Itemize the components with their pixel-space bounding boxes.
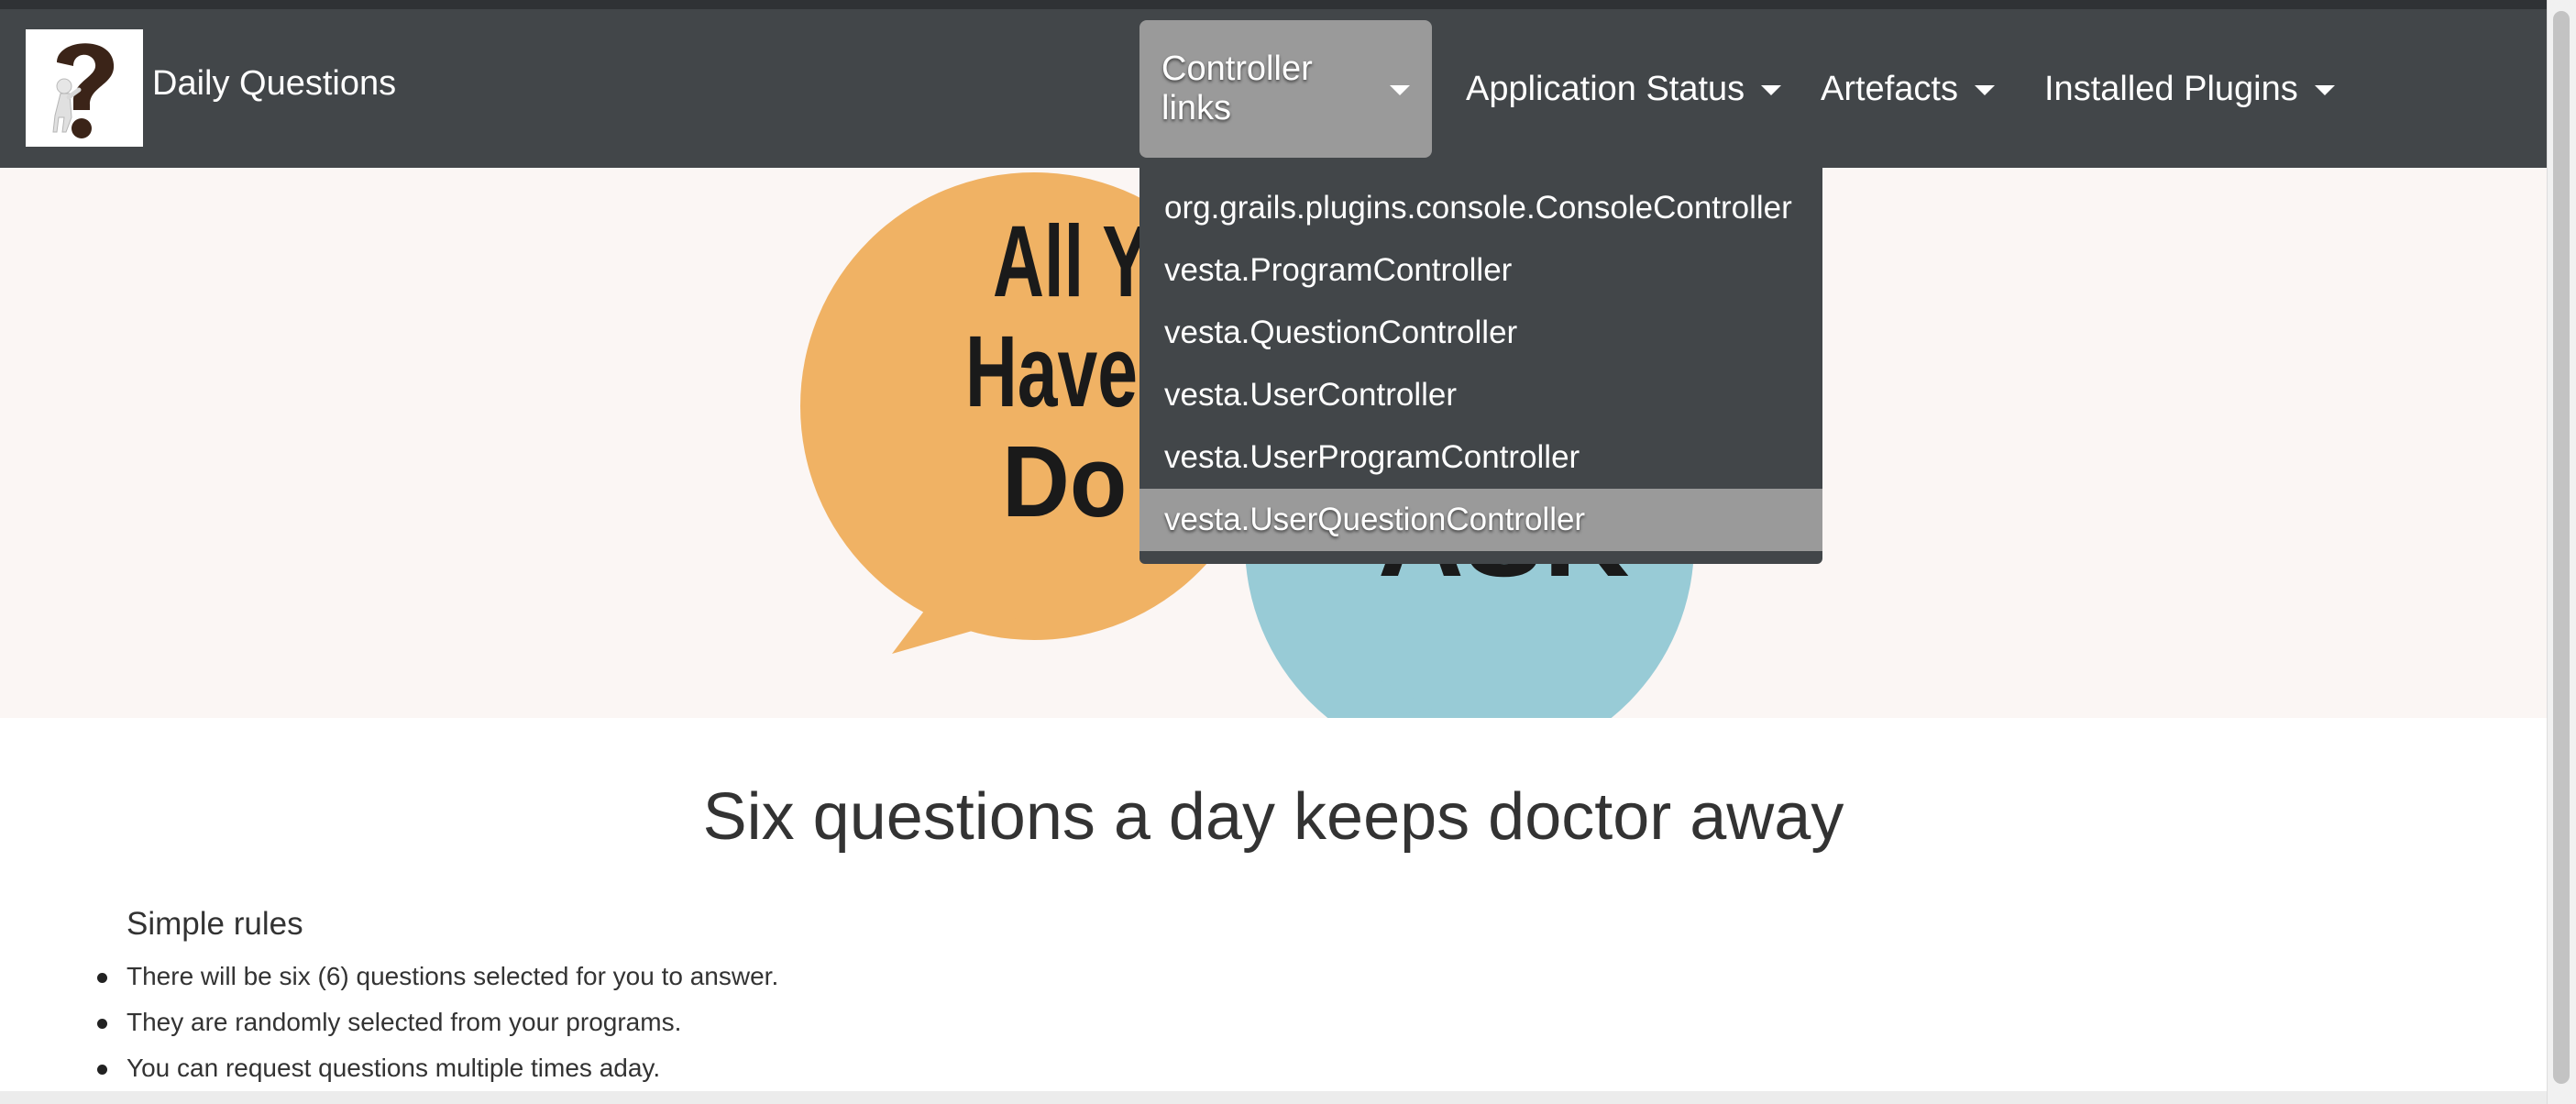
brand-name: Daily Questions [152, 63, 397, 103]
dropdown-item-user-controller[interactable]: vesta.UserController [1139, 364, 1822, 426]
nav-application-status-label: Application Status [1466, 69, 1745, 108]
nav-application-status[interactable]: Application Status [1444, 20, 1803, 158]
nav-installed-plugins[interactable]: Installed Plugins [2022, 20, 2357, 158]
dropdown-item-console-controller[interactable]: org.grails.plugins.console.ConsoleContro… [1139, 177, 1822, 239]
brand-link[interactable]: Daily Questions [26, 29, 396, 147]
question-mark-figure-icon [26, 29, 143, 147]
nav-artefacts[interactable]: Artefacts [1799, 20, 2017, 158]
caret-down-icon [1390, 84, 1410, 95]
dropdown-item-program-controller[interactable]: vesta.ProgramController [1139, 239, 1822, 302]
list-item: There will be six (6) questions selected… [96, 954, 778, 999]
caret-down-icon [2314, 84, 2335, 95]
rules-list: There will be six (6) questions selected… [96, 954, 778, 1091]
list-item: They are randomly selected from your pro… [96, 999, 778, 1045]
scrollbar-thumb[interactable] [2553, 11, 2570, 1084]
dropdown-item-question-controller[interactable]: vesta.QuestionController [1139, 302, 1822, 364]
list-item: You can request questions multiple times… [96, 1045, 778, 1091]
rules-title: Simple rules [127, 906, 303, 942]
caret-down-icon [1761, 84, 1782, 95]
window-top-strip [0, 0, 2547, 9]
page-bottom-edge [0, 1091, 2547, 1104]
nav-artefacts-label: Artefacts [1821, 69, 1958, 108]
controller-links-dropdown: org.grails.plugins.console.ConsoleContro… [1139, 168, 1822, 564]
nav-installed-plugins-label: Installed Plugins [2044, 69, 2298, 108]
nav-controller-links[interactable]: Controller links [1139, 20, 1432, 158]
nav-controller-links-label: Controller links [1161, 50, 1313, 127]
vertical-scrollbar[interactable] [2547, 0, 2576, 1104]
caret-down-icon [1974, 84, 1995, 95]
navbar: Daily Questions Controller links Applica… [0, 9, 2547, 168]
dropdown-item-user-program-controller[interactable]: vesta.UserProgramController [1139, 426, 1822, 489]
page-headline: Six questions a day keeps doctor away [702, 780, 1844, 854]
dropdown-item-user-question-controller[interactable]: vesta.UserQuestionController [1139, 489, 1822, 551]
